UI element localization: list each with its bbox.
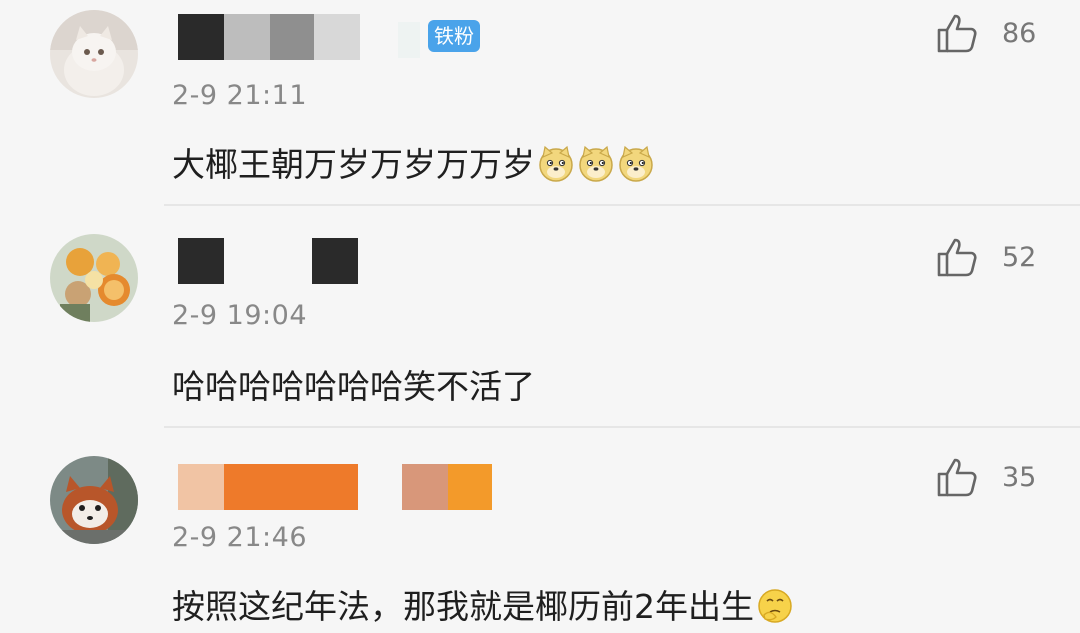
like-count: 35 xyxy=(1002,462,1037,493)
comment-item[interactable]: 2-9 21:46 按照这纪年法，那我就是椰历前2年出生 35 xyxy=(0,428,1080,628)
comment-text-content: 按照这纪年法，那我就是椰历前2年出生 xyxy=(172,587,754,626)
like-button[interactable] xyxy=(936,236,978,278)
comment-text: 哈哈哈哈哈哈哈笑不活了 xyxy=(172,360,535,408)
avatar[interactable] xyxy=(50,456,138,544)
fan-badge: 铁粉 xyxy=(428,20,480,52)
comment-item[interactable]: 2-9 19:04 哈哈哈哈哈哈哈笑不活了 52 xyxy=(0,206,1080,428)
like-count: 86 xyxy=(1002,18,1037,49)
avatar[interactable] xyxy=(50,10,138,98)
doge-emoji xyxy=(537,145,575,191)
comment-timestamp: 2-9 21:46 xyxy=(172,522,307,553)
comment-text-content: 大椰王朝万岁万岁万万岁 xyxy=(172,145,535,184)
username-redacted[interactable] xyxy=(178,464,508,510)
comment-timestamp: 2-9 21:11 xyxy=(172,80,307,111)
comment-timestamp: 2-9 19:04 xyxy=(172,300,307,331)
username-redacted[interactable] xyxy=(178,238,378,284)
comment-text-content: 哈哈哈哈哈哈哈笑不活了 xyxy=(172,367,535,406)
thumbs-up-icon xyxy=(937,14,977,53)
like-button[interactable] xyxy=(936,456,978,498)
doge-emoji xyxy=(577,145,615,191)
like-button[interactable] xyxy=(936,12,978,54)
thumbs-up-icon xyxy=(937,238,977,277)
avatar[interactable] xyxy=(50,234,138,322)
thumbs-up-icon xyxy=(937,458,977,497)
comment-text: 按照这纪年法，那我就是椰历前2年出生 xyxy=(172,580,794,633)
thinking-emoji xyxy=(756,587,794,633)
comment-item[interactable]: 铁粉 2-9 21:11 大椰王朝万岁万岁万万岁 86 xyxy=(0,0,1080,206)
like-count: 52 xyxy=(1002,242,1037,273)
comment-text: 大椰王朝万岁万岁万万岁 xyxy=(172,138,655,191)
doge-emoji xyxy=(617,145,655,191)
